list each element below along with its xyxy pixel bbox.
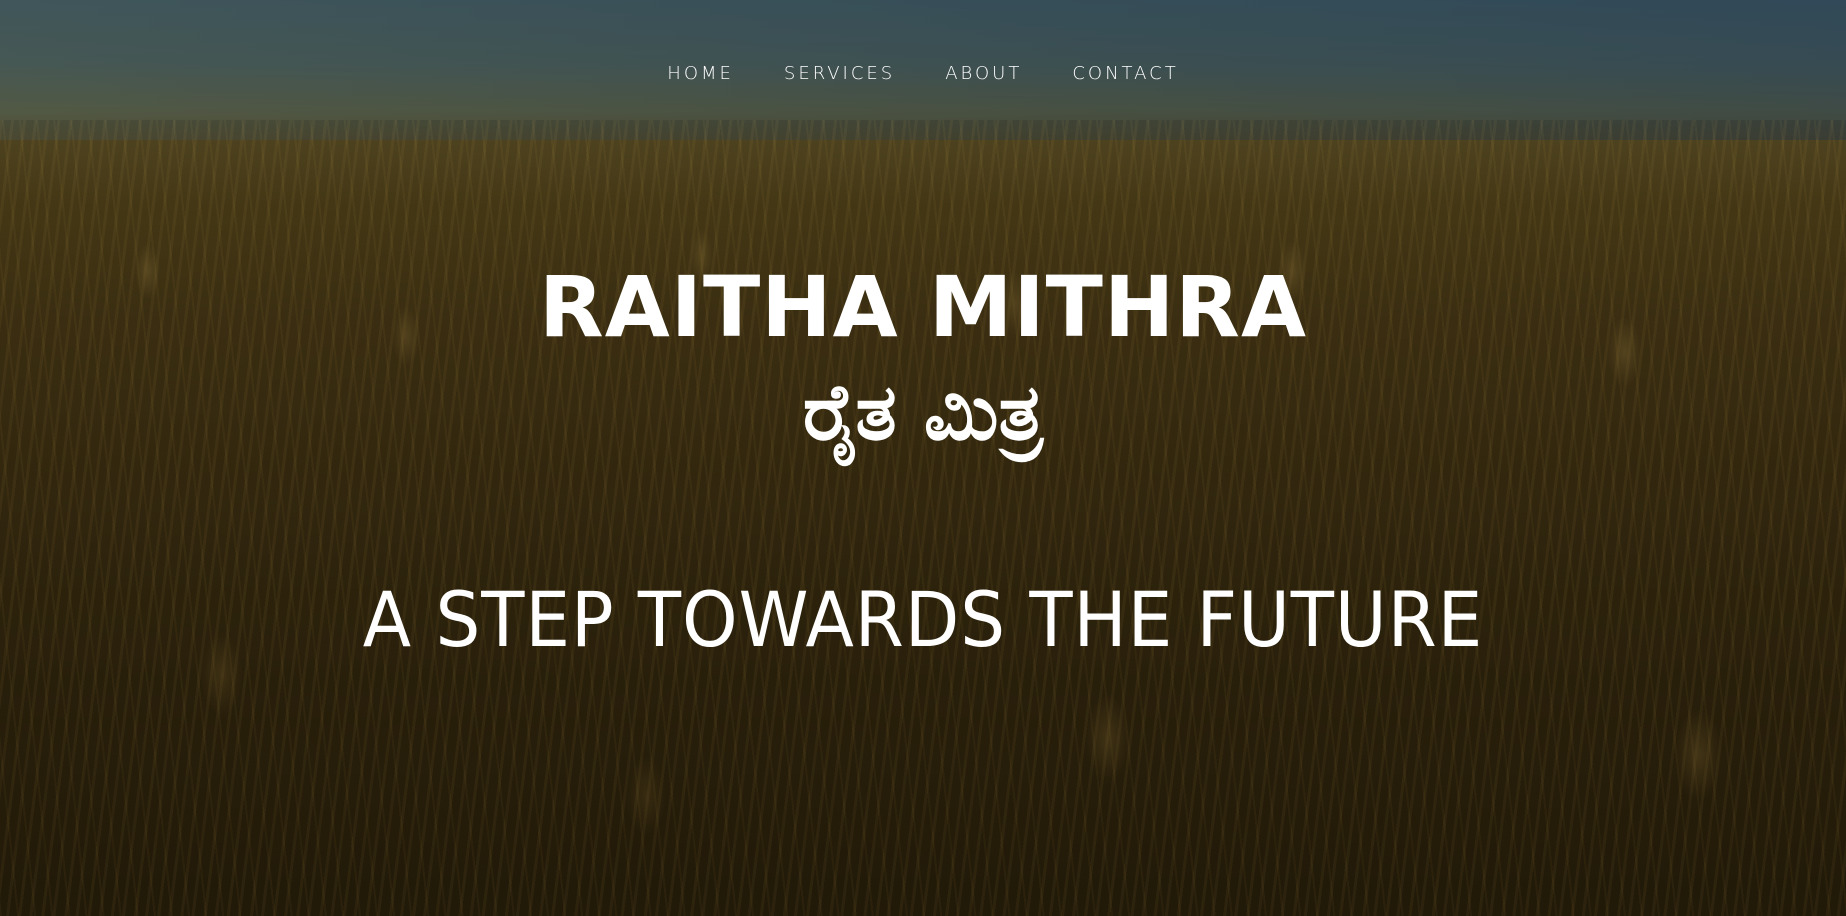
nav-item-services[interactable]: SERVICES — [759, 63, 920, 85]
site-title-kannada: ರೈತ ಮಿತ್ರ — [802, 368, 1044, 458]
main-navigation: HOME SERVICES ABOUT CONTACT — [0, 63, 1846, 85]
hero-tagline: A STEP TOWARDS THE FUTURE — [362, 575, 1484, 664]
hero-section: HOME SERVICES ABOUT CONTACT RAITHA MITHR… — [0, 0, 1846, 916]
nav-item-contact[interactable]: CONTACT — [1047, 63, 1203, 85]
nav-item-home[interactable]: HOME — [642, 63, 759, 85]
site-title: RAITHA MITHRA — [539, 258, 1307, 356]
nav-item-about[interactable]: ABOUT — [920, 63, 1047, 85]
